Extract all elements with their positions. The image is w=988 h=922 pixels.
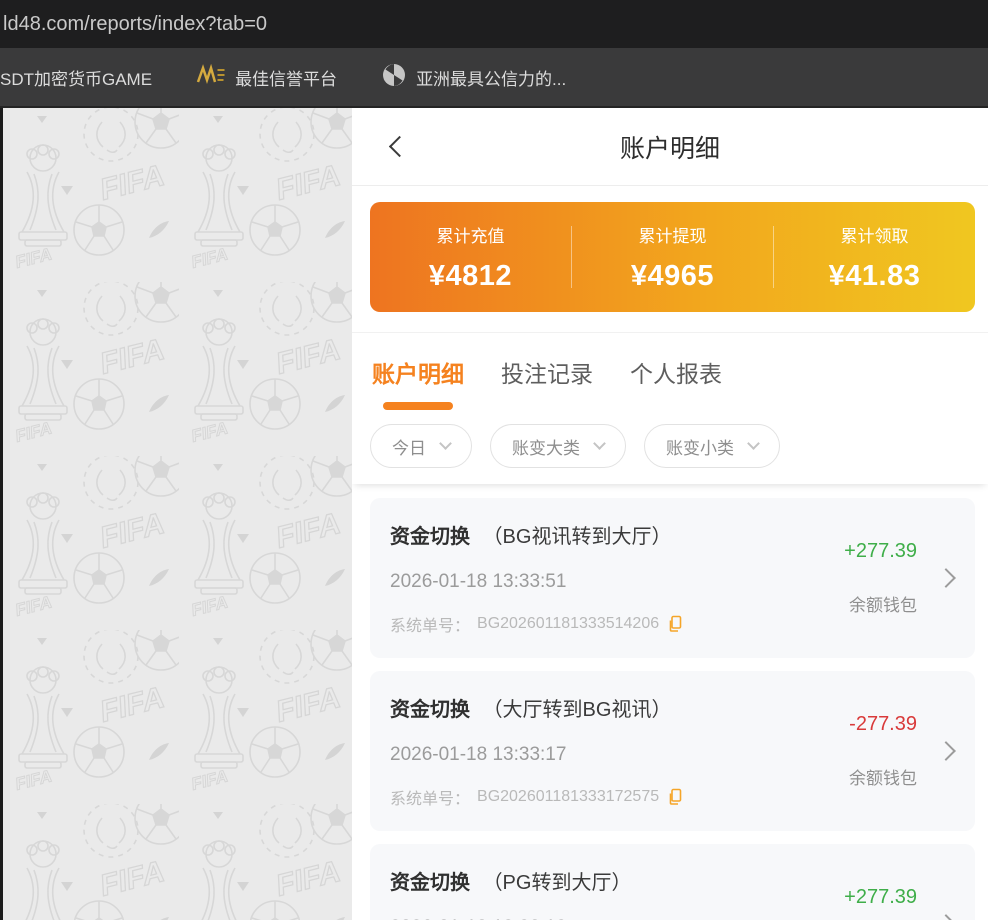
summary-label: 累计领取 (774, 222, 975, 247)
tab-label: 个人报表 (630, 355, 722, 389)
transaction-row[interactable]: 资金切换 （PG转到大厅） 2026-01-18 13:22:12 系统单号： … (370, 844, 975, 920)
filter-label: 账变小类 (666, 434, 734, 459)
summary-total-claimed: 累计领取 ¥41.83 (774, 222, 975, 293)
summary-section: 累计充值 ¥4812 累计提现 ¥4965 累计领取 ¥41.83 (352, 186, 988, 333)
chevron-right-icon (936, 741, 956, 761)
tabs-row: 账户明细 投注记录 个人报表 (352, 333, 988, 410)
bookmark-asia-credibility[interactable]: 亚洲最具公信力的... (381, 62, 566, 93)
filter-label: 今日 (392, 434, 426, 459)
copy-icon[interactable] (666, 615, 682, 633)
transaction-amount: +277.39 (844, 540, 917, 563)
order-number-label: 系统单号： (390, 785, 470, 809)
filter-major-category-dropdown[interactable]: 账变大类 (490, 424, 626, 468)
account-detail-panel: 账户明细 累计充值 ¥4812 累计提现 ¥4965 累计领取 ¥41.83 (352, 108, 988, 920)
summary-card: 累计充值 ¥4812 累计提现 ¥4965 累计领取 ¥41.83 (370, 202, 975, 312)
filter-minor-category-dropdown[interactable]: 账变小类 (644, 424, 780, 468)
tab-account-detail[interactable]: 账户明细 (372, 355, 464, 410)
transaction-direction: （大厅转到BG视讯） (483, 699, 672, 721)
transaction-datetime: 2026-01-18 13:33:17 (390, 744, 849, 766)
transaction-type: 资金切换 (390, 699, 470, 721)
summary-value: ¥41.83 (774, 260, 975, 293)
filter-date-dropdown[interactable]: 今日 (370, 424, 472, 468)
summary-total-deposit: 累计充值 ¥4812 (370, 222, 571, 293)
globe-icon (381, 62, 407, 93)
order-number-label: 系统单号： (390, 612, 470, 636)
transaction-direction: （BG视讯转到大厅） (483, 526, 672, 548)
summary-total-withdraw: 累计提现 ¥4965 (572, 222, 773, 293)
url-text: ld48.com/reports/index?tab=0 (3, 13, 267, 36)
bookmark-label: SDT加密货币GAME (0, 65, 152, 90)
page-title: 账户明细 (620, 129, 720, 165)
chevron-left-icon (389, 136, 410, 157)
chevron-right-icon (936, 914, 956, 920)
summary-value: ¥4812 (370, 260, 571, 293)
bookmark-usdt-game[interactable]: SDT加密货币GAME (0, 65, 152, 90)
wallet-label: 余额钱包 (849, 591, 917, 616)
order-number-value: BG202601181333514206 (477, 615, 659, 633)
chevron-down-icon (593, 437, 606, 450)
transaction-amount: +277.39 (844, 886, 917, 909)
filters-row: 今日 账变大类 账变小类 (352, 410, 988, 484)
copy-icon[interactable] (666, 788, 682, 806)
transaction-amount: -277.39 (849, 713, 917, 736)
transaction-info: 资金切换 （大厅转到BG视讯） 2026-01-18 13:33:17 系统单号… (390, 693, 849, 809)
chevron-down-icon (747, 437, 760, 450)
transaction-list: 资金切换 （BG视讯转到大厅） 2026-01-18 13:33:51 系统单号… (352, 484, 988, 920)
page-header: 账户明细 (352, 108, 988, 186)
transaction-datetime: 2026-01-18 13:22:12 (390, 917, 844, 920)
transaction-row[interactable]: 资金切换 （BG视讯转到大厅） 2026-01-18 13:33:51 系统单号… (370, 498, 975, 658)
summary-label: 累计充值 (370, 222, 571, 247)
transaction-info: 资金切换 （PG转到大厅） 2026-01-18 13:22:12 系统单号： … (390, 866, 844, 920)
transaction-direction: （PG转到大厅） (483, 872, 632, 894)
fifa-pattern-svg: FIFA (3, 108, 352, 920)
gold-game-logo-icon (196, 64, 226, 91)
transaction-datetime: 2026-01-18 13:33:51 (390, 571, 844, 593)
bookmark-best-reputation[interactable]: 最佳信誉平台 (196, 64, 337, 91)
tab-label: 账户明细 (372, 355, 464, 389)
tab-label: 投注记录 (501, 355, 593, 389)
summary-value: ¥4965 (572, 260, 773, 293)
chevron-down-icon (439, 437, 452, 450)
app-area: FIFA (0, 108, 988, 920)
wallet-label: 余额钱包 (849, 764, 917, 789)
transaction-info: 资金切换 （BG视讯转到大厅） 2026-01-18 13:33:51 系统单号… (390, 520, 844, 636)
chevron-right-icon (936, 568, 956, 588)
tab-personal-report[interactable]: 个人报表 (630, 355, 722, 410)
tab-active-underline (383, 402, 453, 410)
order-number-value: BG202601181333172575 (477, 788, 659, 806)
transaction-row[interactable]: 资金切换 （大厅转到BG视讯） 2026-01-18 13:33:17 系统单号… (370, 671, 975, 831)
tab-bet-records[interactable]: 投注记录 (501, 355, 593, 410)
transaction-type: 资金切换 (390, 872, 470, 894)
bookmark-label: 最佳信誉平台 (235, 65, 337, 90)
filter-label: 账变大类 (512, 434, 580, 459)
bookmark-label: 亚洲最具公信力的... (416, 65, 566, 90)
address-bar[interactable]: ld48.com/reports/index?tab=0 (0, 0, 988, 48)
fifa-pattern-background: FIFA (0, 108, 352, 920)
transaction-type: 资金切换 (390, 526, 470, 548)
summary-label: 累计提现 (572, 222, 773, 247)
bookmarks-bar: SDT加密货币GAME 最佳信誉平台 亚洲最具公信力的... (0, 48, 988, 108)
back-button[interactable] (386, 136, 408, 158)
